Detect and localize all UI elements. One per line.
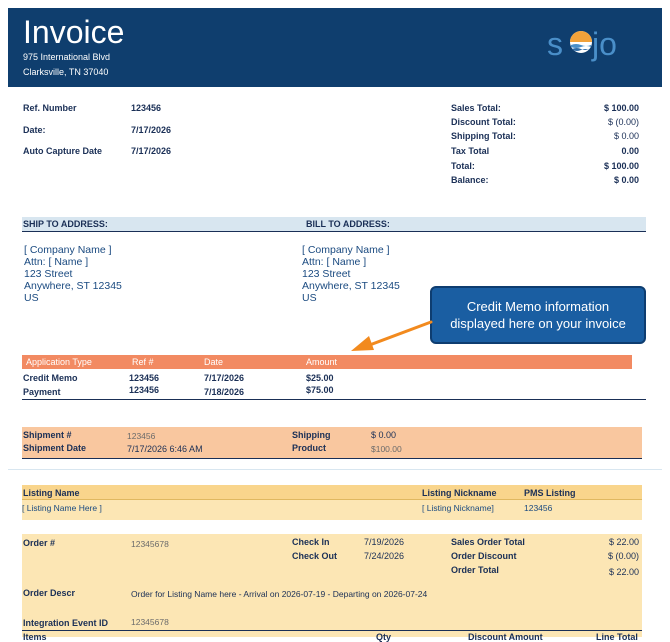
date-label: Date: [23,125,46,135]
bill-to-city: Anywhere, ST 12345 [302,280,400,292]
listing-nickname-label: Listing Nickname [422,488,497,498]
app-row2-type: Payment [23,387,61,397]
company-address-line2: Clarksville, TN 37040 [23,67,109,77]
listing-header-divider [22,499,642,500]
address-divider [22,231,646,232]
shipment-number-label: Shipment # [23,430,72,440]
items-col-qty: Qty [376,632,392,642]
order-descr-label: Order Descr [23,588,76,598]
check-out-label: Check Out [292,551,338,561]
order-total-value: $ 22.00 [608,567,639,577]
tax-total-value: 0.00 [621,146,639,156]
sojo-logo: s jo sojo [545,24,617,62]
ref-number-label: Ref. Number [23,103,77,113]
order-discount-label: Order Discount [451,551,517,561]
integration-event-value: 12345678 [131,617,169,627]
integration-event-label: Integration Event ID [23,618,109,628]
shipment-date-label: Shipment Date [23,443,87,453]
items-col-discount: Discount Amount [468,632,543,642]
sales-total-value: $ 100.00 [603,103,639,113]
app-row2-ref: 123456 [129,385,160,395]
shipment-date-value: 7/17/2026 6:46 AM [127,444,203,454]
invoice-title: Invoice [23,14,125,50]
app-row1-amount: $25.00 [306,373,334,383]
items-col-items: Items [23,632,47,642]
order-total-label: Order Total [451,565,499,575]
listing-name-value: [ Listing Name Here ] [22,503,102,513]
auto-capture-value: 7/17/2026 [131,146,172,156]
sales-total-label: Sales Total: [451,103,501,113]
bill-to-address: [ Company Name ] Attn: [ Name ] 123 Stre… [302,244,400,304]
listing-nickname-value: [ Listing Nickname] [422,503,494,513]
bill-to-company: [ Company Name ] [302,244,390,256]
ship-to-country: US [24,292,39,304]
bill-to-heading: BILL TO ADDRESS: [306,219,390,229]
ship-to-heading: SHIP TO ADDRESS: [23,219,108,229]
app-row1-ref: 123456 [129,373,160,383]
discount-total-value: $ (0.00) [607,117,639,127]
shipment-divider [22,458,642,459]
app-row1-type: Credit Memo [23,373,78,383]
sales-order-total-value: $ 22.00 [608,537,639,547]
ship-to-street: 123 Street [24,268,73,280]
total-value: $ 100.00 [603,161,639,171]
shipping-total-label: Shipping Total: [451,131,516,141]
balance-value: $ 0.00 [613,175,639,185]
bill-to-country: US [302,292,317,304]
logo-letter-s: s [547,26,563,62]
listing-gap [22,520,642,534]
pms-listing-value: 123456 [524,503,553,513]
product-value: $100.00 [371,444,402,454]
credit-memo-callout: Credit Memo information displayed here o… [430,286,646,344]
svg-text:sojo: sojo [545,24,547,25]
total-label: Total: [451,161,475,171]
tax-total-label: Tax Total [451,146,490,156]
check-in-label: Check In [292,537,330,547]
order-number-label: Order # [23,538,56,548]
sales-order-total-label: Sales Order Total [451,537,525,547]
order-descr-value: Order for Listing Name here - Arrival on… [131,589,428,599]
application-divider [22,399,646,400]
shipping-total-value: $ 0.00 [613,131,639,141]
shipment-band [22,427,642,458]
company-address-line1: 975 International Blvd [23,52,111,62]
app-col-amount: Amount [306,357,338,367]
app-col-ref: Ref # [132,357,154,367]
ship-to-city: Anywhere, ST 12345 [24,280,122,292]
listing-name-label: Listing Name [23,488,80,498]
section-separator [8,469,662,470]
callout-line2: displayed here on your invoice [450,316,626,331]
logo-sun-icon [570,31,592,53]
product-label: Product [292,443,327,453]
app-row2-amount: $75.00 [306,385,334,395]
balance-label: Balance: [451,175,489,185]
callout-line1: Credit Memo information [466,299,610,314]
app-col-type: Application Type [26,357,92,367]
date-value: 7/17/2026 [131,125,172,135]
app-row2-date: 7/18/2026 [204,387,245,397]
ship-to-attn: Attn: [ Name ] [24,256,89,268]
app-row1-date: 7/17/2026 [204,373,245,383]
discount-total-label: Discount Total: [451,117,516,127]
ship-to-company: [ Company Name ] [24,244,112,256]
auto-capture-label: Auto Capture Date [23,146,103,156]
shipment-number-value: 123456 [127,431,156,441]
callout-arrow-icon [351,320,433,351]
shipping-label: Shipping [292,430,331,440]
order-number-value: 12345678 [131,539,169,549]
check-in-value: 7/19/2026 [364,537,405,547]
bill-to-street: 123 Street [302,268,351,280]
shipping-value: $ 0.00 [371,430,397,440]
order-discount-value: $ (0.00) [607,551,639,561]
ship-to-address: [ Company Name ] Attn: [ Name ] 123 Stre… [24,244,122,304]
bill-to-attn: Attn: [ Name ] [302,256,367,268]
pms-listing-label: PMS Listing [524,488,576,498]
ref-number-value: 123456 [131,103,162,113]
items-col-line-total: Line Total [596,632,638,642]
app-col-date: Date [204,357,224,367]
logo-letters-jo: jo [591,26,617,62]
check-out-value: 7/24/2026 [364,551,405,561]
items-divider [22,630,642,631]
